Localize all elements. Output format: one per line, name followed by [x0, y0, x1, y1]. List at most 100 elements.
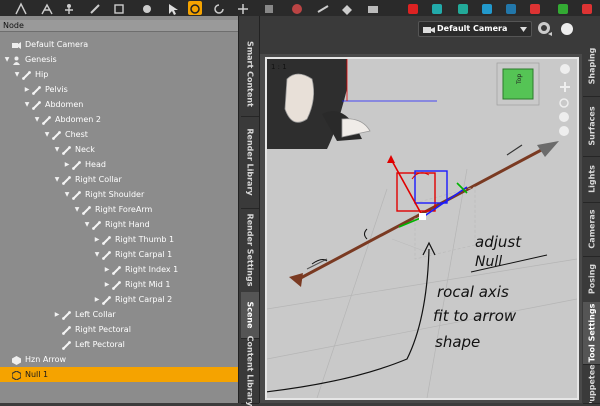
geometry-editor-icon[interactable] [340, 1, 354, 15]
collapse-arrow-icon[interactable]: ▼ [73, 202, 81, 217]
tab-surfaces[interactable]: Surfaces [583, 96, 600, 157]
bone-icon [72, 160, 81, 170]
orbit-icon[interactable] [560, 64, 570, 74]
tab-shaping[interactable]: Shaping [583, 36, 600, 97]
expand-arrow-icon[interactable]: ▶ [93, 292, 101, 307]
tab-tool-settings[interactable]: Tool Settings [583, 302, 600, 365]
scene-node-row[interactable]: ▼ Right ForeArm [0, 202, 238, 217]
draw-style-icon[interactable] [558, 20, 576, 38]
scene-node-row[interactable]: ▼ Genesis [0, 52, 238, 67]
scene-node-row[interactable]: Left Pectoral [0, 337, 238, 352]
collapse-arrow-icon[interactable]: ▼ [93, 247, 101, 262]
zoom-icon[interactable] [559, 98, 569, 108]
scene-node-row[interactable]: Right Pectoral [0, 322, 238, 337]
dolly-icon[interactable] [559, 112, 569, 122]
main-toolbar [0, 0, 600, 16]
rig-tool-icon[interactable] [40, 1, 54, 15]
scene-node-row[interactable]: ▶ Right Mid 1 [0, 277, 238, 292]
node-column-header[interactable]: Node [0, 20, 238, 32]
expand-arrow-icon[interactable]: ▶ [93, 232, 101, 247]
collapse-arrow-icon[interactable]: ▼ [53, 172, 61, 187]
scene-node-row[interactable]: ▶ Right Thumb 1 [0, 232, 238, 247]
scene-node-row[interactable]: ▼ Abdomen [0, 97, 238, 112]
expand-arrow-icon[interactable]: ▶ [103, 277, 111, 292]
expand-arrow-icon[interactable]: ▶ [103, 262, 111, 277]
scene-node-row[interactable]: ▼ Right Carpal 1 [0, 247, 238, 262]
aux-viewport-icon[interactable] [504, 1, 518, 15]
collapse-arrow-icon[interactable]: ▼ [43, 127, 51, 142]
tab-posing[interactable]: Posing [583, 256, 600, 303]
scene-node-row[interactable]: ▼ Right Collar [0, 172, 238, 187]
view-cube[interactable]: Top [496, 62, 540, 106]
bone-icon [62, 340, 71, 350]
scene-node-row[interactable]: ▼ Right Hand [0, 217, 238, 232]
collapse-arrow-icon[interactable]: ▼ [13, 67, 21, 82]
viewport-nav[interactable] [559, 64, 570, 136]
scene-node-row[interactable]: ▶ Head [0, 157, 238, 172]
node-tool-icon[interactable] [112, 1, 126, 15]
expand-arrow-icon[interactable]: ▶ [53, 307, 61, 322]
scene-node-label: Right ForeArm [95, 205, 153, 214]
surface-tool-icon[interactable] [290, 1, 304, 15]
scene-node-row[interactable]: Null 1 [0, 367, 238, 382]
tab-cameras[interactable]: Cameras [583, 202, 600, 257]
scene-node-row[interactable]: ▶ Right Carpal 2 [0, 292, 238, 307]
rotate-tool-icon[interactable] [212, 1, 226, 15]
tab-render-library[interactable]: Render Library [241, 116, 259, 209]
scene-node-row[interactable]: ▶ Left Collar [0, 307, 238, 322]
viewport-options-icon[interactable] [536, 20, 554, 38]
node-weight-icon[interactable] [316, 1, 330, 15]
scene-node-label: Right Pectoral [75, 325, 131, 334]
select-cursor-icon[interactable] [166, 1, 180, 15]
expand-arrow-icon[interactable]: ▶ [63, 157, 71, 172]
render-icon[interactable] [406, 1, 420, 15]
annotation-line-3: rocal axis [437, 283, 509, 301]
tab-smart-content[interactable]: Smart Content [241, 32, 259, 117]
camera-name: Default Camera [437, 24, 508, 33]
scene-node-row[interactable]: Hzn Arrow [0, 352, 238, 367]
pan-icon[interactable] [560, 82, 570, 92]
bone-icon [82, 205, 91, 215]
help-icon[interactable] [580, 1, 594, 15]
translate-tool-icon[interactable] [236, 1, 250, 15]
tab-puppeteer[interactable]: Puppeteer [583, 364, 600, 404]
tools-icon[interactable] [556, 1, 570, 15]
bone-tool-icon[interactable] [88, 1, 102, 15]
iray-icon[interactable] [456, 1, 470, 15]
light-tool-icon[interactable] [140, 1, 154, 15]
bone-icon [32, 85, 41, 95]
viewport[interactable]: 1 : 1 Top adjust Null rocal axis fit to … [265, 57, 579, 400]
render-settings-icon[interactable] [430, 1, 444, 15]
scene-node-row[interactable]: ▼ Neck [0, 142, 238, 157]
window-icon[interactable] [528, 1, 542, 15]
collapse-arrow-icon[interactable]: ▼ [3, 52, 11, 67]
preview-icon[interactable] [480, 1, 494, 15]
scale-tool-icon[interactable] [262, 1, 276, 15]
frame-icon[interactable] [559, 126, 569, 136]
bone-icon [62, 175, 71, 185]
scene-node-row[interactable]: Default Camera [0, 37, 238, 52]
collapse-arrow-icon[interactable]: ▼ [63, 187, 71, 202]
scene-node-label: Right Carpal 2 [115, 295, 173, 304]
tab-lights[interactable]: Lights [583, 156, 600, 203]
collapse-arrow-icon[interactable]: ▼ [53, 142, 61, 157]
scene-node-row[interactable]: ▼ Abdomen 2 [0, 112, 238, 127]
tab-content-library[interactable]: Content Library [241, 335, 259, 406]
collapse-arrow-icon[interactable]: ▼ [23, 97, 31, 112]
scene-node-row[interactable]: ▶ Right Index 1 [0, 262, 238, 277]
tab-scene[interactable]: Scene [241, 292, 259, 339]
figure-tool-icon[interactable] [62, 1, 76, 15]
expand-arrow-icon[interactable]: ▶ [23, 82, 31, 97]
tab-render-settings[interactable]: Render Settings [241, 208, 259, 293]
spotrender-icon[interactable] [366, 1, 380, 15]
scene-node-row[interactable]: ▼ Right Shoulder [0, 187, 238, 202]
collapse-arrow-icon[interactable]: ▼ [33, 112, 41, 127]
joint-editor-icon[interactable] [14, 1, 28, 15]
annotation-pointer [267, 248, 430, 393]
scene-node-row[interactable]: ▼ Chest [0, 127, 238, 142]
collapse-arrow-icon[interactable]: ▼ [83, 217, 91, 232]
scene-node-row[interactable]: ▶ Pelvis [0, 82, 238, 97]
camera-dropdown[interactable]: Default Camera [418, 21, 532, 37]
universal-tool-icon[interactable] [188, 1, 202, 15]
scene-node-row[interactable]: ▼ Hip [0, 67, 238, 82]
